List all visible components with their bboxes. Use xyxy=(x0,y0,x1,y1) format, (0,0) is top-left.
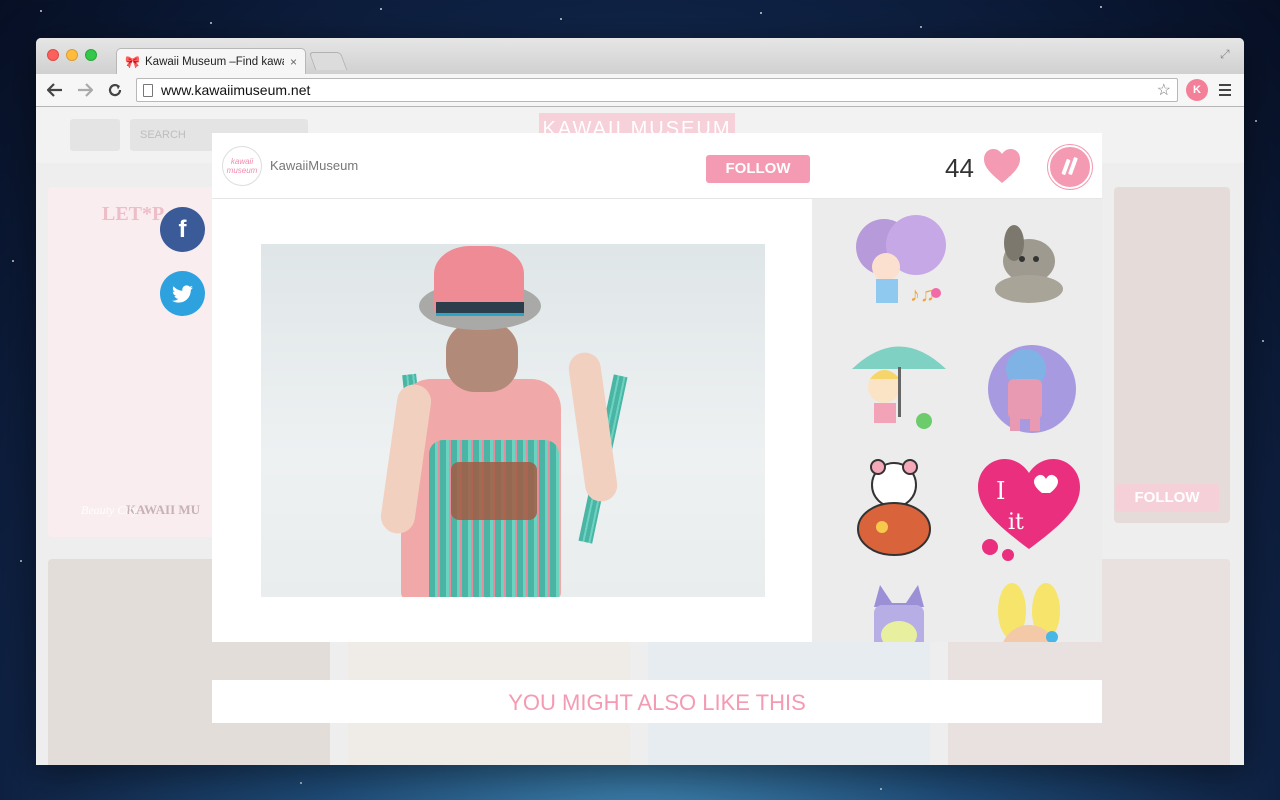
sticker-text-i: I xyxy=(996,477,1005,505)
photo-head xyxy=(446,322,518,392)
sticker-yellow-bunny[interactable] xyxy=(974,577,1084,642)
tab-title: Kawaii Museum –Find kawaii xyxy=(145,55,284,68)
sticker-bear-car[interactable] xyxy=(844,455,954,565)
music-girl-sticker-icon: ♪♫ xyxy=(856,215,946,306)
bear-sticker-icon xyxy=(857,459,931,556)
tab-bar: 🎀 Kawaii Museum –Find kawaii × ⤢ xyxy=(36,38,1244,74)
pin-photo[interactable] xyxy=(261,244,765,597)
twitter-share-button[interactable] xyxy=(160,271,205,316)
url-text[interactable]: www.kawaiimuseum.net xyxy=(161,82,1149,98)
avatar-text-bottom: museum xyxy=(226,165,258,175)
sticker-text-it: it xyxy=(1008,510,1024,535)
related-stickers-sidebar: ♪♫ Iit xyxy=(812,199,1102,642)
browser-window: 🎀 Kawaii Museum –Find kawaii × ⤢ www.kaw… xyxy=(36,38,1244,765)
back-button[interactable] xyxy=(42,78,68,102)
bunny-sticker-icon xyxy=(998,583,1060,642)
cat-sticker-icon xyxy=(874,585,924,642)
sticker-music-girl[interactable]: ♪♫ xyxy=(844,205,954,315)
modal-header: kawaii museum KawaiiMuseum FOLLOW 44 xyxy=(212,133,1102,199)
arrow-right-icon xyxy=(78,83,93,97)
window-minimize-button[interactable] xyxy=(66,49,78,61)
creature-sticker-icon xyxy=(988,345,1076,433)
lipstick-glyph-icon xyxy=(1061,157,1078,175)
new-tab-button[interactable] xyxy=(308,52,348,70)
lipstick-icon[interactable] xyxy=(1048,145,1092,189)
facebook-share-button[interactable]: f xyxy=(160,207,205,252)
sticker-i-love-it[interactable]: Iit xyxy=(974,453,1084,563)
pin-modal: kawaii museum KawaiiMuseum FOLLOW 44 ♪♫ … xyxy=(212,133,1102,642)
sticker-umbrella-girl[interactable] xyxy=(844,329,954,439)
photo-backpack-flap xyxy=(451,462,537,520)
fullscreen-icon[interactable]: ⤢ xyxy=(1220,47,1234,61)
like-count: 44 xyxy=(945,153,974,183)
reload-button[interactable] xyxy=(102,78,128,102)
twitter-icon xyxy=(171,284,193,303)
sticker-purple-creature[interactable] xyxy=(974,333,1084,443)
sticker-purple-cat[interactable] xyxy=(844,577,954,642)
follow-button[interactable]: FOLLOW xyxy=(706,155,810,183)
forward-button[interactable] xyxy=(72,78,98,102)
photo-hat-band xyxy=(436,302,524,316)
heart-sticker-icon: Iit xyxy=(978,459,1080,561)
window-close-button[interactable] xyxy=(47,49,59,61)
bookmark-star-icon[interactable]: ☆ xyxy=(1157,80,1171,100)
browser-toolbar: www.kawaiimuseum.net ☆ K xyxy=(36,74,1244,107)
reload-icon xyxy=(108,83,122,97)
page-content: SEARCH ⌕ KAWAII MUSEUM LET*P KAWAII MU B… xyxy=(36,107,1244,765)
also-like-heading: YOU MIGHT ALSO LIKE THIS xyxy=(212,680,1102,723)
browser-menu-icon[interactable] xyxy=(1212,84,1238,96)
page-icon xyxy=(143,83,153,97)
umbrella-sticker-icon xyxy=(852,346,946,429)
username[interactable]: KawaiiMuseum xyxy=(270,158,358,173)
arrow-left-icon xyxy=(47,83,62,97)
facebook-icon: f xyxy=(178,215,187,243)
window-controls xyxy=(47,49,97,61)
sticker-bunny-dog[interactable] xyxy=(974,209,1084,319)
bow-favicon-icon: 🎀 xyxy=(125,54,140,69)
modal-body: ♪♫ Iit xyxy=(212,199,1102,642)
address-bar[interactable]: www.kawaiimuseum.net ☆ xyxy=(136,78,1178,102)
tab-kawaii-museum[interactable]: 🎀 Kawaii Museum –Find kawaii × xyxy=(116,48,306,74)
dog-sticker-icon xyxy=(995,225,1063,303)
svg-text:♪♫: ♪♫ xyxy=(910,284,935,306)
window-zoom-button[interactable] xyxy=(85,49,97,61)
heart-icon[interactable] xyxy=(982,147,1022,187)
kawaii-extension-icon[interactable]: K xyxy=(1186,79,1208,101)
user-avatar[interactable]: kawaii museum xyxy=(222,145,262,186)
avatar-text-top: kawaii xyxy=(230,156,254,166)
tab-close-icon[interactable]: × xyxy=(290,55,297,69)
